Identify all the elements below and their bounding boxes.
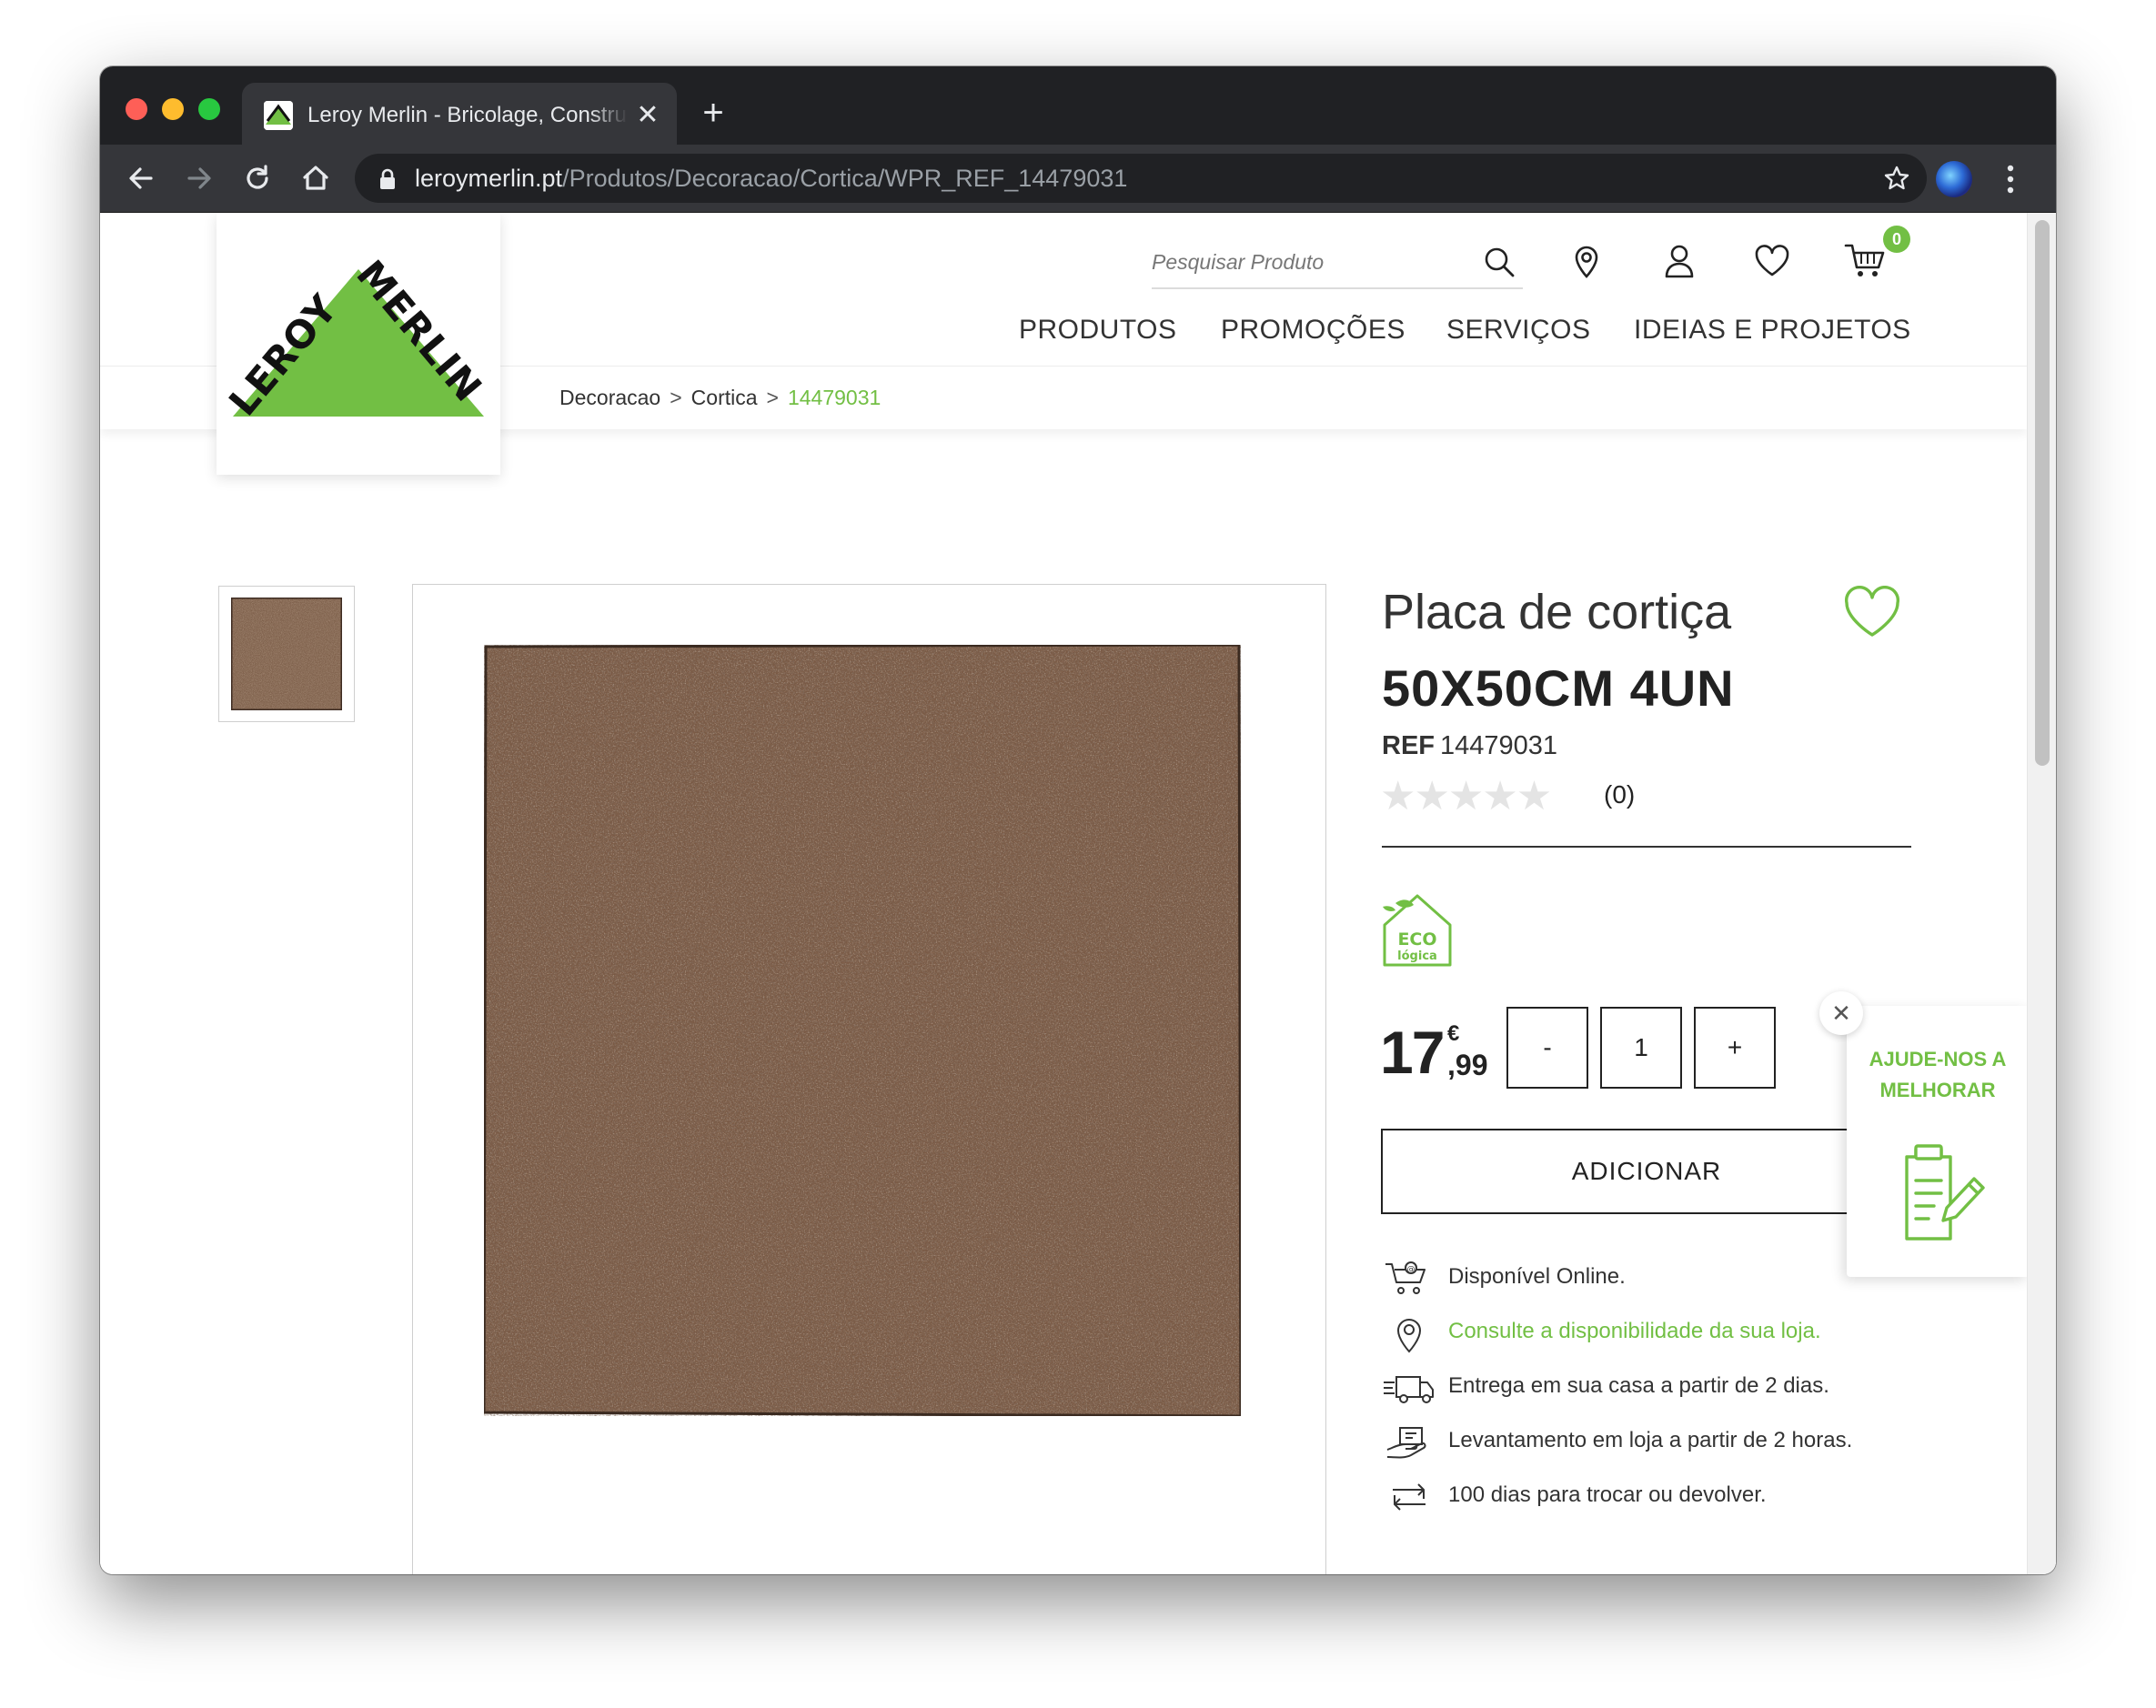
quantity-input[interactable]: 1 [1600, 1007, 1682, 1089]
browser-toolbar: leroymerlin.pt/Produtos/Decoracao/Cortic… [100, 145, 2056, 213]
cork-board-image [484, 645, 1241, 1416]
home-icon[interactable] [298, 161, 333, 196]
product-title: Placa de cortiça [1382, 585, 1732, 639]
lock-icon [378, 168, 397, 195]
site-logo[interactable]: LEROY MERLIN [217, 213, 500, 475]
product-subtitle: 50X50CM 4UN [1382, 659, 1735, 717]
check-store-availability-link[interactable]: Consulte a disponibilidade da sua loja. [1448, 1319, 1821, 1344]
page-scrollbar[interactable] [2027, 213, 2056, 1574]
info-text-returns: 100 dias para trocar ou devolver. [1448, 1482, 1767, 1507]
price-integer: 17 [1380, 1019, 1445, 1086]
eco-logica-badge-icon: ECO lógica [1379, 890, 1456, 975]
add-to-wishlist-heart-icon[interactable] [1843, 586, 1901, 643]
document-edit-icon [1894, 1140, 1994, 1251]
address-bar[interactable]: leroymerlin.pt/Produtos/Decoracao/Cortic… [355, 154, 1927, 203]
maximize-window-button[interactable] [198, 98, 220, 120]
cart-count-badge: 0 [1883, 226, 1910, 253]
svg-text:@: @ [1407, 1265, 1416, 1274]
divider [1382, 846, 1911, 848]
add-to-cart-button[interactable]: ADICIONAR [1381, 1129, 1912, 1214]
cork-thumbnail-image [231, 598, 342, 710]
nav-produtos[interactable]: PRODUTOS [1019, 315, 1176, 346]
breadcrumb-separator: > [670, 386, 682, 409]
browser-window: Leroy Merlin - Bricolage, Construção, De… [100, 66, 2056, 1574]
info-text-online: Disponível Online. [1448, 1264, 1626, 1289]
quantity-decrease-button[interactable]: - [1506, 1007, 1588, 1089]
store-locator-icon[interactable] [1567, 240, 1607, 280]
bookmark-star-icon[interactable] [1883, 165, 1910, 196]
eco-badge-line2: lógica [1397, 949, 1437, 963]
leroy-merlin-favicon-icon [264, 101, 293, 130]
url-host: leroymerlin.pt [415, 165, 563, 192]
nav-ideias-projetos[interactable]: IDEIAS E PROJETOS [1634, 315, 1911, 346]
rating-stars[interactable]: ★★★★★ [1380, 773, 1552, 819]
browser-tab[interactable]: Leroy Merlin - Bricolage, Construção, De… [242, 83, 677, 145]
reload-icon[interactable] [240, 161, 275, 196]
new-tab-button[interactable]: + [697, 95, 730, 131]
close-window-button[interactable] [126, 98, 147, 120]
breadcrumb-cortica[interactable]: Cortica [691, 386, 758, 409]
product-thumbnail[interactable] [218, 586, 355, 722]
info-text-pickup: Levantamento em loja a partir de 2 horas… [1448, 1428, 1853, 1452]
cart-icon[interactable] [1843, 240, 1885, 280]
wishlist-heart-icon[interactable] [1752, 240, 1792, 280]
url-path: /Produtos/Decoracao/Cortica/WPR_REF_1447… [562, 165, 1128, 192]
delivery-truck-icon [1382, 1368, 1436, 1408]
feedback-text-line1: AJUDE-NOS A [1869, 1048, 2007, 1070]
back-arrow-icon[interactable] [124, 161, 158, 196]
product-reference: REF 14479031 [1382, 731, 1557, 761]
leroy-merlin-logo-icon: LEROY MERLIN [220, 252, 491, 424]
breadcrumb: Decoracao > Cortica >14479031 [559, 386, 881, 410]
tab-title: Leroy Merlin - Bricolage, Construção, De… [307, 103, 628, 127]
feedback-text-line2: MELHORAR [1879, 1079, 1996, 1101]
search-box [1152, 240, 1523, 289]
location-pin-icon [1382, 1313, 1436, 1353]
ref-label: REF [1382, 731, 1435, 760]
info-text-delivery: Entrega em sua casa a partir de 2 dias. [1448, 1373, 1829, 1398]
forward-arrow-icon[interactable] [182, 161, 217, 196]
nav-servicos[interactable]: SERVIÇOS [1446, 315, 1591, 346]
tab-strip: Leroy Merlin - Bricolage, Construção, De… [100, 66, 2056, 145]
search-input[interactable] [1152, 240, 1461, 284]
breadcrumb-decoracao[interactable]: Decoracao [559, 386, 660, 409]
tab-close-icon[interactable]: ✕ [633, 101, 662, 130]
price-currency: € [1447, 1021, 1460, 1046]
ref-value: 14479031 [1440, 731, 1558, 760]
page-content: 0 PRODUTOS PROMOÇÕES SERVIÇOS IDEIAS E P… [100, 213, 2056, 1574]
return-arrows-icon [1382, 1477, 1436, 1517]
scrollbar-thumb[interactable] [2035, 220, 2050, 766]
feedback-close-icon[interactable]: ✕ [1819, 991, 1863, 1035]
profile-avatar[interactable] [1936, 161, 1972, 197]
account-icon[interactable] [1659, 240, 1699, 280]
breadcrumb-separator: > [766, 386, 779, 409]
url-text: leroymerlin.pt/Produtos/Decoracao/Cortic… [415, 154, 1127, 203]
feedback-text: AJUDE-NOS A MELHORAR [1847, 1044, 2029, 1106]
feedback-widget[interactable]: AJUDE-NOS A MELHORAR [1847, 1006, 2029, 1277]
nav-promocoes[interactable]: PROMOÇÕES [1221, 315, 1405, 346]
browser-menu-icon[interactable] [2005, 163, 2016, 196]
cart-online-icon: @ [1382, 1259, 1436, 1299]
product-price: 17 € ,99 [1380, 1018, 1487, 1087]
search-icon[interactable] [1483, 246, 1516, 283]
store-pickup-icon [1382, 1422, 1436, 1462]
minimize-window-button[interactable] [162, 98, 184, 120]
price-decimal: ,99 [1447, 1049, 1488, 1081]
product-main-image[interactable] [412, 584, 1326, 1574]
eco-badge-line1: ECO [1397, 929, 1436, 949]
rating-count[interactable]: (0) [1604, 780, 1635, 809]
quantity-increase-button[interactable]: + [1694, 1007, 1776, 1089]
breadcrumb-current: 14479031 [787, 386, 882, 409]
